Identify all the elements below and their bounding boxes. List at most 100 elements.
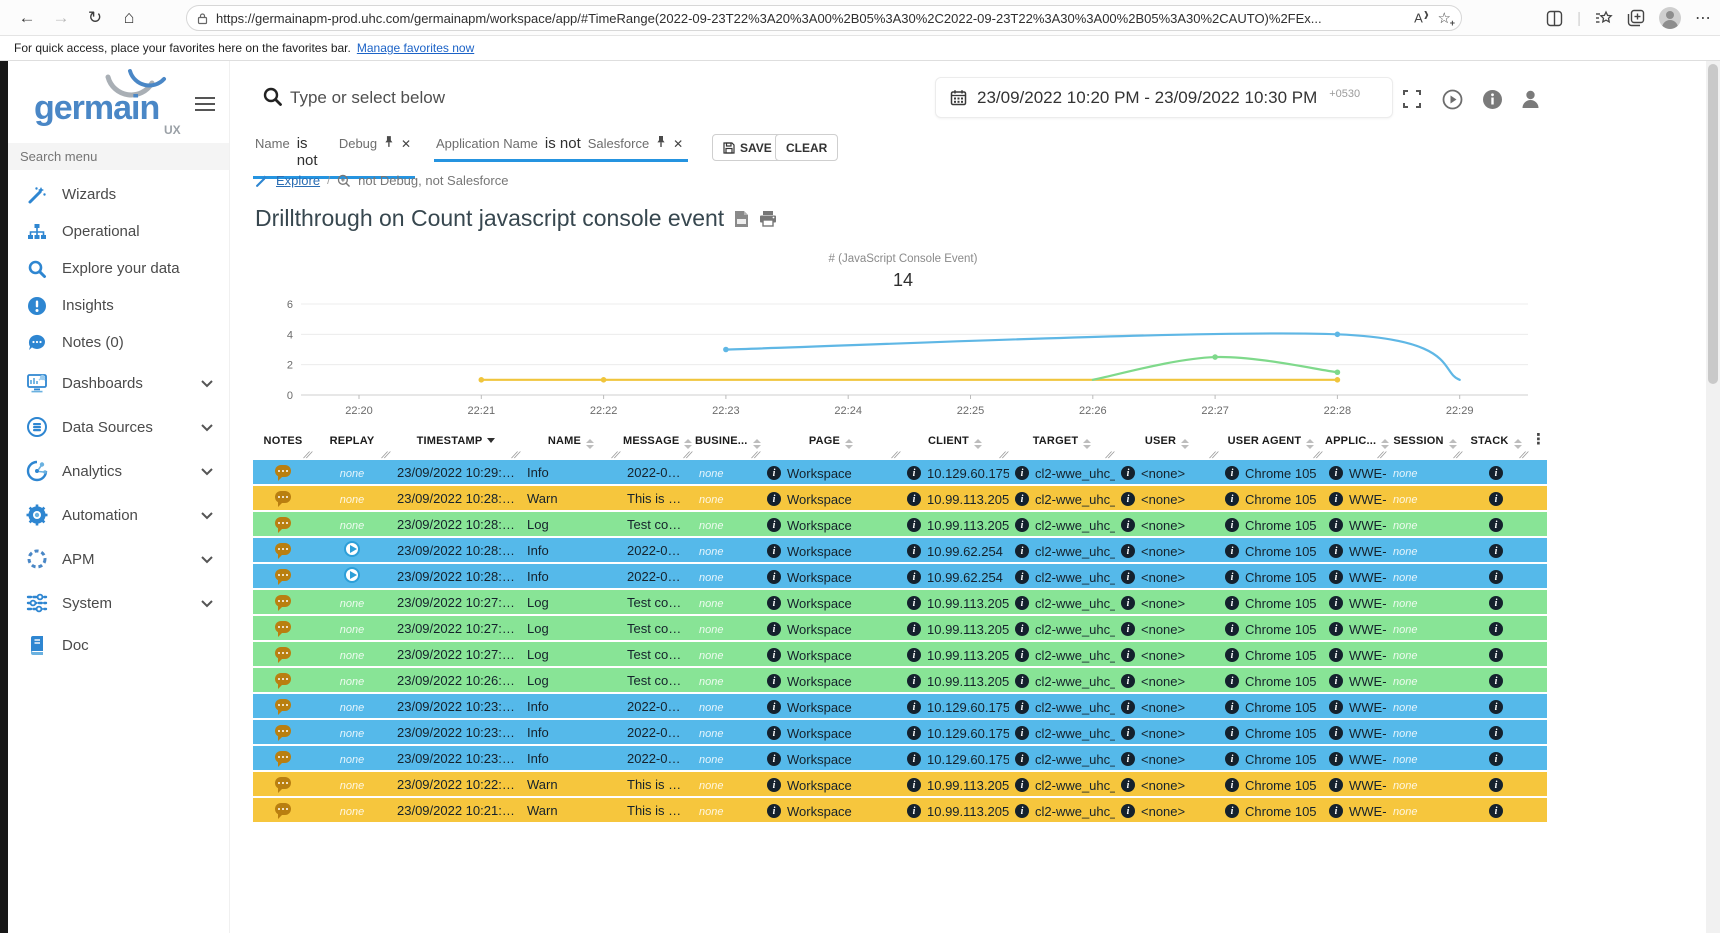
info-icon[interactable]: i [1489,700,1503,714]
cell-stack[interactable]: i [1463,512,1529,538]
tab-actions-icon[interactable] [1627,9,1645,27]
print-icon[interactable] [759,210,777,227]
cell-notes[interactable] [253,564,313,590]
table-row[interactable]: none23/09/2022 10:28:59 P...WarnThis is … [253,486,1547,512]
sidebar-item-automation[interactable]: Automation [8,493,229,537]
info-icon[interactable]: i [767,726,781,740]
info-icon[interactable] [1482,89,1503,115]
table-row[interactable]: none23/09/2022 10:27:09 P...LogTest cons… [253,642,1547,668]
column-resize-handle[interactable]: // [890,450,901,460]
fullscreen-icon[interactable] [1402,89,1422,114]
column-header-busine[interactable]: BUSINE...// [693,430,761,460]
column-resize-handle[interactable]: // [750,450,761,460]
sort-icon[interactable] [845,439,853,449]
cell-user[interactable]: i<none> [1115,486,1219,512]
cell-stack[interactable]: i [1463,694,1529,720]
column-header-target[interactable]: TARGET// [1009,430,1115,460]
sidebar-item-insights[interactable]: Insights [8,287,229,324]
info-icon[interactable]: i [1015,544,1029,558]
info-icon[interactable]: i [1225,674,1239,688]
cell-client[interactable]: i10.99.62.254 [901,538,1009,564]
notes-icon[interactable] [275,595,291,607]
sort-icon[interactable] [1449,439,1457,449]
info-icon[interactable]: i [1121,700,1135,714]
info-icon[interactable]: i [907,648,921,662]
info-icon[interactable]: i [1225,726,1239,740]
cell-applic[interactable]: iWWE-C... [1323,746,1387,772]
cell-useragent[interactable]: iChrome 105 [1219,460,1323,486]
column-header-message[interactable]: MESSAGE// [621,430,693,460]
cell-user[interactable]: i<none> [1115,746,1219,772]
sidebar-item-system[interactable]: System [8,581,229,625]
info-icon[interactable]: i [1225,596,1239,610]
info-icon[interactable]: i [1015,700,1029,714]
column-resize-handle[interactable]: // [610,450,621,460]
info-icon[interactable]: i [1225,778,1239,792]
cell-useragent[interactable]: iChrome 105 [1219,486,1323,512]
cell-stack[interactable]: i [1463,486,1529,512]
info-icon[interactable]: i [907,570,921,584]
cell-target[interactable]: icl2-wwe_uhc_... [1009,512,1115,538]
table-row[interactable]: none23/09/2022 10:26:57 P...LogTest cons… [253,668,1547,694]
cell-applic[interactable]: iWWE-C... [1323,460,1387,486]
info-icon[interactable]: i [1121,492,1135,506]
sort-icon[interactable] [1083,439,1091,449]
cell-client[interactable]: i10.99.62.254 [901,564,1009,590]
remove-filter-icon[interactable]: ✕ [673,137,683,151]
cell-applic[interactable]: iWWE-C... [1323,798,1387,824]
table-row[interactable]: none23/09/2022 10:22:08 P...WarnThis is … [253,772,1547,798]
info-icon[interactable]: i [907,778,921,792]
browser-profile-avatar[interactable] [1659,7,1681,29]
cell-stack[interactable]: i [1463,642,1529,668]
column-header-page[interactable]: PAGE// [761,430,901,460]
column-resize-handle[interactable]: // [380,450,391,460]
cell-useragent[interactable]: iChrome 105 [1219,772,1323,798]
cell-replay[interactable] [313,564,391,590]
info-icon[interactable]: i [907,622,921,636]
cell-client[interactable]: i10.99.113.205 [901,590,1009,616]
column-resize-handle[interactable]: // [682,450,693,460]
notes-icon[interactable] [275,517,291,529]
cell-user[interactable]: i<none> [1115,460,1219,486]
cell-page[interactable]: iWorkspace [761,694,901,720]
cell-page[interactable]: iWorkspace [761,486,901,512]
info-icon[interactable]: i [1121,778,1135,792]
sidebar-item-apm[interactable]: APM [8,537,229,581]
column-resize-handle[interactable]: // [1452,450,1463,460]
sort-icon[interactable] [684,439,692,449]
column-header-name[interactable]: NAME// [521,430,621,460]
cell-applic[interactable]: iWWE-C... [1323,772,1387,798]
cell-page[interactable]: iWorkspace [761,668,901,694]
cell-target[interactable]: icl2-wwe_uhc_... [1009,772,1115,798]
info-icon[interactable]: i [907,700,921,714]
cell-user[interactable]: i<none> [1115,668,1219,694]
info-icon[interactable]: i [907,674,921,688]
cell-client[interactable]: i10.99.113.205 [901,772,1009,798]
cell-stack[interactable]: i [1463,616,1529,642]
sidebar-item-dashboards[interactable]: Dashboards [8,361,229,405]
date-range-picker[interactable]: 23/09/2022 10:20 PM - 23/09/2022 10:30 P… [935,77,1393,118]
info-icon[interactable]: i [1489,752,1503,766]
info-icon[interactable]: i [1489,726,1503,740]
notes-icon[interactable] [275,465,291,477]
cell-applic[interactable]: iWWE-C... [1323,486,1387,512]
cell-client[interactable]: i10.129.60.175 [901,694,1009,720]
sort-icon[interactable] [1181,439,1189,449]
info-icon[interactable]: i [1489,518,1503,532]
info-icon[interactable]: i [1329,674,1343,688]
notes-icon[interactable] [275,725,291,737]
cell-target[interactable]: icl2-wwe_uhc_... [1009,642,1115,668]
app-logo[interactable]: germain UX [8,61,229,141]
info-icon[interactable]: i [767,466,781,480]
cell-client[interactable]: i10.99.113.205 [901,486,1009,512]
global-search-input[interactable] [288,83,908,113]
cell-notes[interactable] [253,772,313,798]
info-icon[interactable]: i [907,466,921,480]
replay-play-icon[interactable] [344,567,360,583]
info-icon[interactable]: i [767,674,781,688]
cell-notes[interactable] [253,512,313,538]
cell-target[interactable]: icl2-wwe_uhc_... [1009,668,1115,694]
cell-useragent[interactable]: iChrome 105 [1219,564,1323,590]
filter-chip-application-name[interactable]: Application Name is not Salesforce ✕ [434,133,688,162]
sort-icon[interactable] [586,439,594,449]
